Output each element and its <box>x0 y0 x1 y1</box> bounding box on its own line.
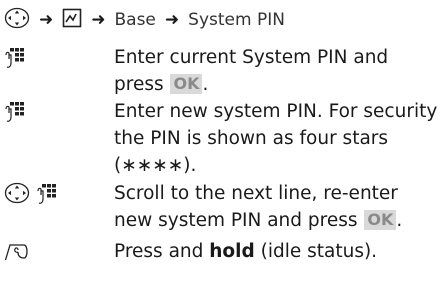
navigation-key-icon <box>4 7 30 34</box>
step-text: Press and hold (idle status). <box>114 238 440 266</box>
navigation-key-icon <box>4 182 30 208</box>
menu-icon <box>62 8 82 33</box>
keypad-icon <box>4 100 28 128</box>
keypad-icon <box>4 46 28 74</box>
end-call-key-icon <box>4 240 30 266</box>
arrow-icon: ➜ <box>91 10 106 30</box>
breadcrumb-base: Base <box>114 10 156 30</box>
step-text-part: Press and <box>114 241 210 262</box>
step-text-part: . <box>396 210 403 231</box>
step-text: Enter new system PIN. For security the P… <box>114 101 438 176</box>
instruction-step-2: Enter new system PIN. For security the P… <box>4 98 440 179</box>
ok-softkey: OK <box>364 210 397 230</box>
step-text-part: Enter current System PIN and press <box>114 47 389 95</box>
step-text-part: (idle status). <box>254 241 378 262</box>
step-text-bold: hold <box>209 241 255 262</box>
breadcrumb-system-pin: System PIN <box>188 10 285 30</box>
step-text: Scroll to the next line, re-enter new sy… <box>114 180 440 234</box>
step-text-part: Scroll to the next line, re-enter new sy… <box>114 183 398 231</box>
step-text-part: . <box>202 74 209 95</box>
arrow-icon: ➜ <box>39 10 54 30</box>
instruction-step-3: Scroll to the next line, re-enter new sy… <box>4 180 440 234</box>
ok-softkey: OK <box>170 74 203 94</box>
instruction-step-4: Press and hold (idle status). <box>4 238 440 266</box>
menu-path: ➜ ➜ Base ➜ System PIN <box>4 6 285 34</box>
arrow-icon: ➜ <box>164 10 180 30</box>
keypad-icon <box>36 182 60 210</box>
step-text: Enter current System PIN and press OK. <box>114 44 440 98</box>
instruction-step-1: Enter current System PIN and press OK. <box>4 44 440 98</box>
